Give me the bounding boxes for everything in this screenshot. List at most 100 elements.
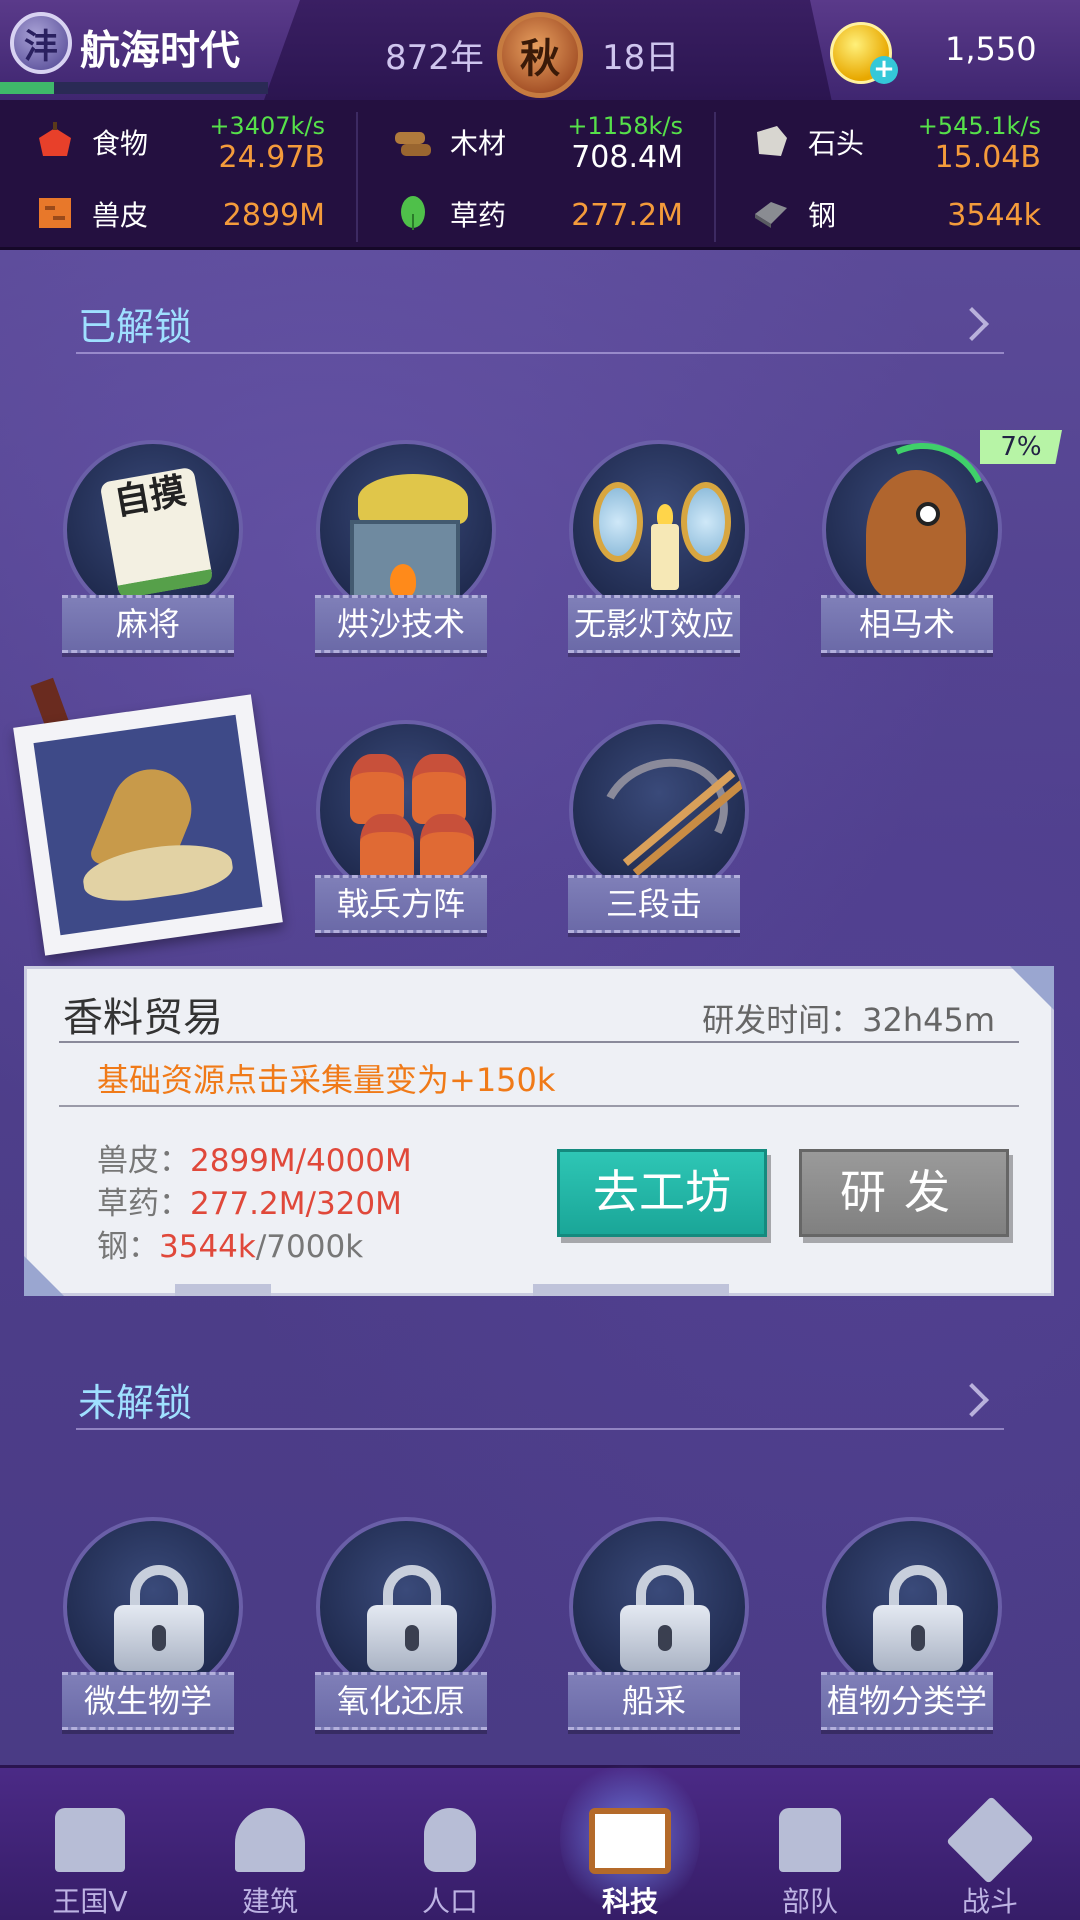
lock-icon [620,1565,710,1671]
banner-icon [779,1808,841,1872]
tech-icon-disc [316,1517,496,1697]
tech-item-ship-mining-locked[interactable]: 船采 [566,1517,756,1737]
add-coins-button[interactable]: + [870,56,898,84]
resource-food[interactable]: 食物 +3407k/s 24.97B [0,104,350,175]
tech-item-spice-trade-selected[interactable] [13,694,283,956]
nav-troops[interactable]: 部队 [720,1768,900,1920]
section-divider [76,352,1004,354]
herb-icon [401,196,425,230]
stone-icon [757,126,787,156]
requirement-need: /7000k [255,1229,364,1265]
tech-label: 麻将 [62,595,234,653]
panel-tab [175,1284,271,1296]
tech-icon-disc [569,720,749,900]
soldier-icon [360,814,414,884]
resource-herb[interactable]: 草药 277.2M [358,176,708,246]
resource-name: 石头 [808,127,865,160]
requirement-steel: 钢：3544k/7000k [97,1221,363,1266]
resource-name: 钢 [808,199,837,232]
title-progress-bar [0,82,268,94]
tech-item-three-stage-strike[interactable]: 三段击 [566,720,756,940]
tech-icon-disc [63,1517,243,1697]
nav-label: 人口 [421,1885,478,1918]
requirement-hide: 兽皮：2899M/4000M [97,1135,412,1180]
resource-divider [356,112,358,242]
fire-icon [390,564,416,598]
nav-label: 建筑 [241,1885,298,1918]
tech-item-redox-locked[interactable]: 氧化还原 [313,1517,503,1737]
lock-icon [873,1565,963,1671]
book-icon [589,1808,671,1874]
go-to-workshop-button[interactable]: 去工坊 [557,1149,767,1237]
tech-item-shadowless-lamp[interactable]: 无影灯效应 [566,440,756,660]
section-divider [76,1428,1004,1430]
resource-rate: +1158k/s [567,112,683,140]
year-text: 872年 [385,38,484,78]
nav-buildings[interactable]: 建筑 [180,1768,360,1920]
tech-icon-disc [316,720,496,900]
nav-technology[interactable]: 科技 [540,1758,720,1920]
panel-corner [1010,966,1054,1010]
season-medal: 秋 [497,12,583,98]
resource-name: 食物 [92,127,149,160]
tech-icon-disc [822,1517,1002,1697]
resource-rate: +3407k/s [209,112,325,140]
tech-label: 无影灯效应 [568,595,740,653]
title-progress-fill [0,82,54,94]
resource-steel[interactable]: 钢 3544k [716,176,1066,246]
resource-stone[interactable]: 石头 +545.1k/s 15.04B [716,104,1066,175]
research-button[interactable]: 研发 [799,1149,1009,1237]
nav-label: 战斗 [961,1885,1018,1918]
soldier-icon [420,814,474,884]
resource-wood[interactable]: 木材 +1158k/s 708.4M [358,104,708,175]
requirement-label: 兽皮： [97,1143,190,1179]
tech-effect: 基础资源点击采集量变为+150k [97,1061,556,1099]
tech-label: 烘沙技术 [315,595,487,653]
house-icon [235,1808,305,1872]
swords-icon [946,1796,1034,1884]
castle-icon [55,1808,125,1872]
requirement-label: 草药： [97,1186,190,1222]
nav-battle[interactable]: 战斗 [900,1768,1080,1920]
resource-value: 24.97B [218,140,325,175]
candle-icon [651,524,679,590]
resource-divider [714,112,716,242]
lock-icon [367,1565,457,1671]
mahjong-tile-icon: 自摸 [99,466,214,600]
locked-section-title[interactable]: 未解锁 [78,1372,192,1427]
wood-icon [395,132,431,156]
resource-value: 277.2M [571,198,683,233]
panel-divider [59,1105,1019,1107]
requirement-have: 277.2M/320M [190,1186,402,1222]
game-logo-icon[interactable]: 沣 [10,12,72,74]
tech-item-halberd-phalanx[interactable]: 戟兵方阵 [313,720,503,940]
bottom-nav: 王国V 建筑 人口 科技 部队 战斗 [0,1758,1080,1920]
mirror-icon [681,482,731,562]
spice-trade-icon [33,714,263,936]
unlocked-section-title[interactable]: 已解锁 [78,296,192,351]
panel-tab [533,1284,729,1296]
tech-item-sand-baking[interactable]: 烘沙技术 [313,440,503,660]
person-icon [424,1808,476,1872]
requirement-herb: 草药：277.2M/320M [97,1178,402,1223]
tech-icon-disc: 自摸 [63,440,243,620]
resource-value: 708.4M [571,140,683,175]
research-time: 研发时间：32h45m [702,1001,995,1039]
nav-population[interactable]: 人口 [360,1768,540,1920]
resource-hide[interactable]: 兽皮 2899M [0,176,350,246]
steel-icon [755,202,787,228]
nav-kingdom[interactable]: 王国V [0,1768,180,1920]
top-bar: 沣 航海时代 872年 秋 18日 + 1,550 [0,0,1080,100]
lock-icon [114,1565,204,1671]
nav-label: 部队 [781,1885,838,1918]
coin-count: 1,550 [945,30,1037,68]
tech-item-mahjong[interactable]: 自摸 麻将 [60,440,250,660]
apple-icon [39,122,71,156]
hide-icon [39,198,71,228]
resource-value: 2899M [222,198,325,233]
requirement-label: 钢： [97,1229,159,1265]
tech-item-plant-taxonomy-locked[interactable]: 植物分类学 [819,1517,1009,1737]
tech-item-microbiology-locked[interactable]: 微生物学 [60,1517,250,1737]
tech-label: 戟兵方阵 [315,875,487,933]
tech-label: 微生物学 [62,1672,234,1730]
